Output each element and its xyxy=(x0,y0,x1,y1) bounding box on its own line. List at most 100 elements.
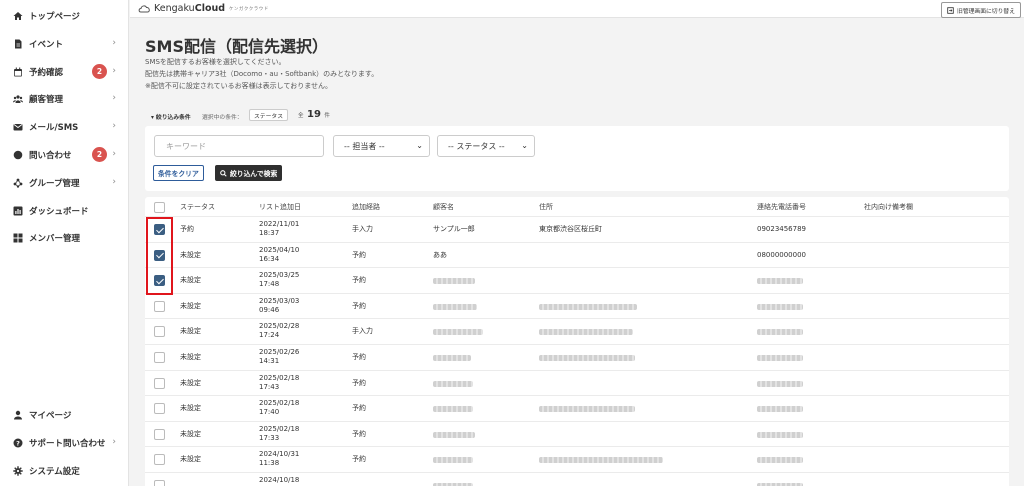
route-cell: 予約 xyxy=(352,301,366,310)
filter-toggle[interactable]: ▾ 絞り込み条件 xyxy=(151,112,191,121)
status-cell: 未設定 xyxy=(180,378,201,387)
top-bar: Kengaku Cloud ケンガククラウド 旧管理画面に切り替え xyxy=(130,0,1024,18)
table-row[interactable]: 予約 2022/11/01 18:37 手入力 サンプル一郎 東京都渋谷区桜丘町 09023… xyxy=(145,216,1009,242)
status-cell: 未設定 xyxy=(180,276,201,285)
redacted-customer-name xyxy=(433,457,473,464)
redacted-customer-name xyxy=(433,406,473,413)
chevron-right-icon: › xyxy=(112,149,116,159)
count-suffix: 件 xyxy=(324,113,330,119)
table-row[interactable]: 未設定 2025/02/18 17:43 予約 xyxy=(145,369,1009,396)
route-cell: 予約 xyxy=(352,378,366,387)
status-cell: 予約 xyxy=(180,225,194,233)
sidebar-item-label: イベント xyxy=(29,40,64,50)
added-date-cell: 2025/04/10 16:34 xyxy=(259,245,300,263)
sidebar-bottom-item-2[interactable]: システム設定 xyxy=(0,461,129,481)
table-row[interactable]: 未設定 2025/04/10 16:34 予約 ああ 08000000000 xyxy=(145,241,1009,268)
sidebar-item-4[interactable]: メール/SMS › xyxy=(0,117,129,137)
clear-conditions-button[interactable]: 条件をクリア xyxy=(153,165,204,181)
staff-select[interactable]: -- 担当者 -- ⌄ xyxy=(333,135,430,157)
table-row[interactable]: 未設定 2025/02/28 17:24 手入力 xyxy=(145,318,1009,344)
switch-legacy-admin-label: 旧管理画面に切り替え xyxy=(957,8,1015,15)
logo-subtext: ケンガククラウド xyxy=(229,6,269,12)
sidebar-item-2[interactable]: 予約確認 2 › xyxy=(0,62,129,82)
chevron-right-icon: › xyxy=(112,437,116,447)
sidebar-item-8[interactable]: メンバー管理 xyxy=(0,228,129,248)
gear-icon xyxy=(13,466,23,476)
switch-legacy-admin-button[interactable]: 旧管理画面に切り替え xyxy=(941,2,1021,18)
redacted-address xyxy=(539,406,635,413)
status-select[interactable]: -- ステータス -- ⌄ xyxy=(437,135,535,157)
row-checkbox[interactable] xyxy=(154,326,165,338)
status-cell: 未設定 xyxy=(180,429,201,438)
row-checkbox[interactable] xyxy=(154,454,165,466)
users-icon xyxy=(13,94,23,104)
table-row[interactable]: 未設定 2025/02/18 17:40 予約 xyxy=(145,395,1009,421)
table-row[interactable]: 未設定 2025/02/26 14:31 予約 xyxy=(145,344,1009,370)
switch-icon xyxy=(947,6,954,14)
status-select-value: -- ステータス -- xyxy=(448,141,505,151)
search-icon xyxy=(220,169,227,177)
table-row[interactable]: 未設定 2025/03/03 09:46 予約 xyxy=(145,292,1009,319)
app-logo[interactable]: Kengaku Cloud ケンガククラウド xyxy=(138,3,269,14)
redacted-customer-name xyxy=(433,303,477,310)
row-checkbox[interactable] xyxy=(154,377,165,389)
sidebar-item-6[interactable]: グループ管理 › xyxy=(0,173,129,193)
added-date-cell: 2025/03/25 17:48 xyxy=(259,271,300,289)
column-header-status: ステータス xyxy=(180,203,215,211)
notification-badge: 2 xyxy=(92,147,107,162)
status-cell: 未設定 xyxy=(180,455,201,464)
staff-select-value: -- 担当者 -- xyxy=(344,141,385,151)
redacted-phone xyxy=(757,303,803,310)
sidebar-item-0[interactable]: トップページ xyxy=(0,6,129,26)
row-checkbox[interactable] xyxy=(154,480,165,486)
sidebar-item-7[interactable]: ダッシュボード xyxy=(0,201,129,221)
sidebar-item-label: マイページ xyxy=(29,411,72,421)
table-row[interactable]: 未設定 2025/02/18 17:33 予約 xyxy=(145,420,1009,447)
description-line-2: 配信先は携帯キャリア3社（Docomo・au・Softbank）のみとなります。 xyxy=(145,70,379,78)
route-cell: 手入力 xyxy=(352,225,373,233)
mail-icon xyxy=(13,122,23,132)
sidebar-item-3[interactable]: 顧客管理 › xyxy=(0,89,129,109)
column-header-route: 追加経路 xyxy=(352,203,380,211)
added-date-cell: 2024/10/18 xyxy=(259,476,300,484)
sidebar-bottom-item-0[interactable]: マイページ xyxy=(0,405,129,425)
added-date-cell: 2024/10/31 11:38 xyxy=(259,450,300,468)
svg-text:?: ? xyxy=(16,439,20,447)
sidebar-item-label: トップページ xyxy=(29,12,80,22)
row-checkbox[interactable] xyxy=(154,428,165,440)
added-date-cell: 2025/03/03 09:46 xyxy=(259,296,300,314)
keyword-input[interactable]: キーワード xyxy=(154,135,324,157)
row-checkbox[interactable] xyxy=(154,352,165,363)
sidebar-item-label: グループ管理 xyxy=(29,179,80,189)
chevron-down-icon: ⌄ xyxy=(416,141,423,150)
chevron-right-icon: › xyxy=(112,66,116,76)
select-all-checkbox[interactable] xyxy=(154,202,165,213)
added-date-cell: 2025/02/18 17:33 xyxy=(259,424,300,442)
table-row[interactable]: 未設定 2025/03/25 17:48 予約 xyxy=(145,267,1009,293)
sidebar-bottom-item-1[interactable]: ? サポート問い合わせ › xyxy=(0,433,129,453)
calendar-icon xyxy=(13,67,23,77)
table-row[interactable]: 未設定 2024/10/31 11:38 予約 xyxy=(145,446,1009,472)
chevron-down-icon: ⌄ xyxy=(521,141,528,150)
redacted-customer-name xyxy=(433,329,483,336)
sidebar-item-label: ダッシュボード xyxy=(29,207,89,217)
chat-icon xyxy=(13,150,23,160)
redacted-address xyxy=(539,457,663,464)
logo-text-bold: Cloud xyxy=(194,3,226,14)
selection-highlight-box xyxy=(146,217,173,295)
redacted-phone xyxy=(757,355,803,361)
count-value: 19 xyxy=(307,109,321,120)
redacted-customer-name xyxy=(433,431,475,438)
table-row[interactable]: 2024/10/18 xyxy=(145,472,1009,486)
row-checkbox[interactable] xyxy=(154,403,165,415)
status-cell: 未設定 xyxy=(180,327,201,336)
page-title: SMS配信（配信先選択） xyxy=(145,37,328,56)
sidebar-item-1[interactable]: イベント › xyxy=(0,34,129,54)
filter-search-button[interactable]: 絞り込んで検索 xyxy=(215,165,283,181)
row-checkbox[interactable] xyxy=(154,300,165,312)
chart-icon xyxy=(13,206,23,216)
column-header-customer-name: 顧客名 xyxy=(433,203,454,211)
sidebar-item-5[interactable]: 問い合わせ 2 › xyxy=(0,145,129,165)
column-header-address: 住所 xyxy=(539,203,553,211)
status-cell: 未設定 xyxy=(180,301,201,310)
